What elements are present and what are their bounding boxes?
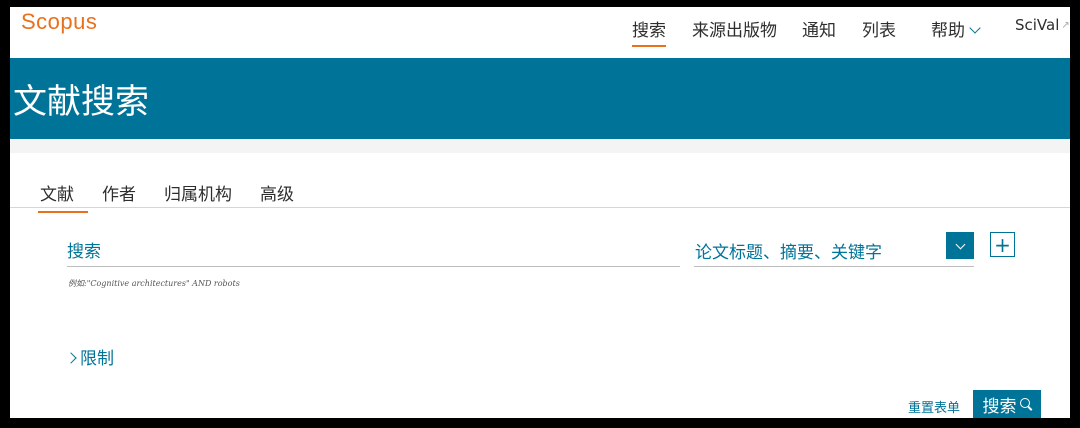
nav-help-label: 帮助 bbox=[931, 21, 965, 41]
top-navigation-bar: Scopus 搜索 来源出版物 通知 列表 帮助 SciVal ↗ bbox=[10, 7, 1070, 58]
page-title: 文献搜索 bbox=[13, 82, 149, 122]
search-input-container bbox=[67, 238, 680, 267]
tab-authors[interactable]: 作者 bbox=[102, 180, 136, 205]
tab-advanced[interactable]: 高级 bbox=[260, 180, 294, 205]
nav-scival-label: SciVal bbox=[1015, 16, 1060, 34]
search-type-tabs: 文献 作者 归属机构 高级 bbox=[10, 177, 1070, 213]
page-banner: 文献搜索 bbox=[10, 58, 1070, 139]
search-field-dropdown-button[interactable] bbox=[946, 232, 974, 259]
search-input[interactable] bbox=[67, 238, 680, 266]
limits-toggle[interactable]: 限制 bbox=[65, 344, 114, 369]
nav-alerts[interactable]: 通知 bbox=[802, 16, 836, 41]
search-example-hint: 例如:"Cognitive architectures" AND robots bbox=[68, 279, 240, 288]
nav-search[interactable]: 搜索 bbox=[632, 16, 666, 47]
search-button-label: 搜索 bbox=[982, 396, 1017, 417]
search-field-select[interactable]: 论文标题、摘要、关键字 bbox=[694, 232, 974, 267]
external-link-icon: ↗ bbox=[1061, 20, 1070, 31]
reset-form-link[interactable]: 重置表单 bbox=[908, 397, 960, 416]
search-button[interactable]: 搜索 bbox=[973, 390, 1041, 418]
chevron-right-icon bbox=[65, 352, 77, 364]
browser-frame: Scopus 搜索 来源出版物 通知 列表 帮助 SciVal ↗ 文献搜索 文献… bbox=[10, 7, 1070, 418]
banner-divider bbox=[10, 139, 1070, 153]
chevron-down-icon bbox=[955, 239, 965, 249]
nav-sources[interactable]: 来源出版物 bbox=[692, 16, 777, 41]
tab-affiliations[interactable]: 归属机构 bbox=[164, 180, 232, 205]
plus-icon: + bbox=[994, 232, 1011, 257]
nav-scival[interactable]: SciVal ↗ bbox=[1015, 16, 1070, 34]
search-icon bbox=[1019, 397, 1032, 411]
nav-lists[interactable]: 列表 bbox=[862, 16, 896, 41]
add-search-field-button[interactable]: + bbox=[990, 232, 1015, 257]
limits-label: 限制 bbox=[80, 349, 114, 369]
chevron-down-icon bbox=[969, 22, 981, 34]
scopus-logo[interactable]: Scopus bbox=[21, 9, 97, 35]
search-field-selected-value: 论文标题、摘要、关键字 bbox=[695, 243, 882, 263]
nav-help[interactable]: 帮助 bbox=[931, 16, 981, 41]
tab-documents[interactable]: 文献 bbox=[38, 180, 88, 213]
